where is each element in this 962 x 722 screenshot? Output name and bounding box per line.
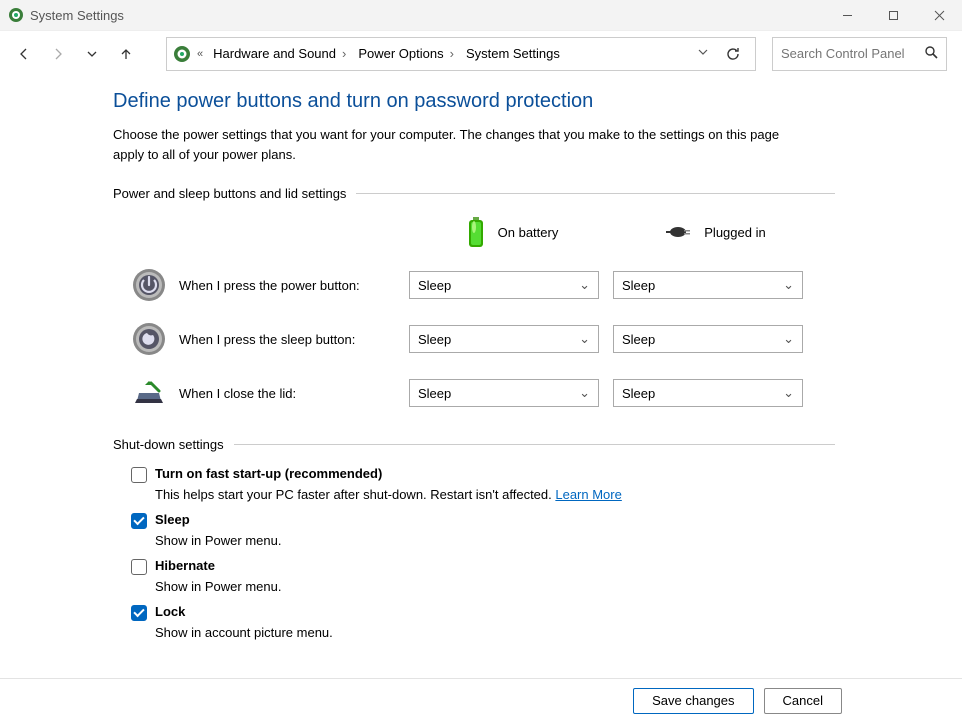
chevron-down-icon: ⌄ (783, 277, 794, 293)
shutdown-settings-list: Turn on fast start-up (recommended) This… (131, 466, 835, 640)
select-value: Sleep (418, 386, 451, 401)
address-bar[interactable]: « Hardware and Sound › Power Options › Sys… (166, 37, 756, 71)
up-button[interactable] (112, 40, 140, 68)
footer-bar: Save changes Cancel (0, 678, 962, 722)
checkbox-description: This helps start your PC faster after sh… (155, 487, 835, 502)
chevron-down-icon: ⌄ (783, 385, 794, 401)
chevron-down-icon: ⌄ (783, 331, 794, 347)
address-history-button[interactable] (697, 46, 709, 61)
section-title: Shut-down settings (113, 437, 234, 452)
recent-locations-button[interactable] (78, 40, 106, 68)
section-title: Power and sleep buttons and lid settings (113, 186, 356, 201)
checkbox-hibernate[interactable] (131, 559, 147, 575)
battery-icon (464, 215, 488, 249)
column-on-battery: On battery (409, 215, 613, 249)
chevron-down-icon: ⌄ (579, 277, 590, 293)
chevron-right-icon: › (342, 46, 346, 61)
app-icon (8, 7, 24, 23)
select-power-battery[interactable]: Sleep ⌄ (409, 271, 599, 299)
breadcrumb-label: System Settings (466, 46, 560, 61)
select-value: Sleep (622, 278, 655, 293)
title-bar-left: System Settings (8, 7, 124, 23)
column-headers: On battery Plugged in (131, 215, 835, 249)
page-description: Choose the power settings that you want … (113, 125, 813, 164)
checkbox-sleep[interactable] (131, 513, 147, 529)
checkbox-label: Sleep (155, 512, 190, 527)
breadcrumb-power-options[interactable]: Power Options › (354, 46, 458, 61)
window-title: System Settings (30, 8, 124, 23)
select-lid-plugged[interactable]: Sleep ⌄ (613, 379, 803, 407)
window-controls (824, 0, 962, 30)
learn-more-link[interactable]: Learn More (555, 487, 621, 502)
forward-button[interactable] (44, 40, 72, 68)
section-divider (356, 193, 835, 194)
search-input[interactable] (781, 46, 920, 61)
sleep-button-icon (131, 321, 167, 357)
search-icon[interactable] (924, 45, 938, 62)
checkbox-description: Show in Power menu. (155, 579, 835, 594)
setting-row-close-lid: When I close the lid: Sleep ⌄ Sleep ⌄ (131, 375, 835, 411)
cancel-button[interactable]: Cancel (764, 688, 842, 714)
breadcrumb-label: Hardware and Sound (213, 46, 336, 61)
checkbox-row-lock: Lock (131, 604, 835, 621)
select-sleep-battery[interactable]: Sleep ⌄ (409, 325, 599, 353)
history-chevrons-icon[interactable]: « (195, 48, 205, 60)
checkbox-row-fast-startup: Turn on fast start-up (recommended) (131, 466, 835, 483)
save-changes-button[interactable]: Save changes (633, 688, 753, 714)
select-lid-battery[interactable]: Sleep ⌄ (409, 379, 599, 407)
setting-row-power-button: When I press the power button: Sleep ⌄ Sl… (131, 267, 835, 303)
select-value: Sleep (622, 332, 655, 347)
checkbox-label: Turn on fast start-up (recommended) (155, 466, 382, 481)
control-panel-icon (173, 45, 191, 63)
column-label: On battery (498, 225, 559, 240)
checkbox-label: Hibernate (155, 558, 215, 573)
checkbox-row-sleep: Sleep (131, 512, 835, 529)
setting-label: When I close the lid: (179, 386, 409, 401)
refresh-button[interactable] (717, 38, 749, 70)
select-power-plugged[interactable]: Sleep ⌄ (613, 271, 803, 299)
column-plugged-in: Plugged in (613, 223, 817, 241)
select-value: Sleep (418, 278, 451, 293)
breadcrumb-system-settings[interactable]: System Settings (462, 46, 564, 61)
checkbox-label: Lock (155, 604, 185, 619)
power-button-icon (131, 267, 167, 303)
chevron-right-icon: › (450, 46, 454, 61)
column-label: Plugged in (704, 225, 765, 240)
section-power-sleep-header: Power and sleep buttons and lid settings (113, 186, 835, 201)
breadcrumb-label: Power Options (358, 46, 443, 61)
nav-toolbar: « Hardware and Sound › Power Options › Sys… (0, 30, 962, 76)
search-box[interactable] (772, 37, 947, 71)
chevron-down-icon: ⌄ (579, 385, 590, 401)
select-sleep-plugged[interactable]: Sleep ⌄ (613, 325, 803, 353)
checkbox-lock[interactable] (131, 605, 147, 621)
chevron-down-icon: ⌄ (579, 331, 590, 347)
title-bar: System Settings (0, 0, 962, 30)
section-shutdown-header: Shut-down settings (113, 437, 835, 452)
select-value: Sleep (418, 332, 451, 347)
page-heading: Define power buttons and turn on passwor… (113, 90, 835, 113)
laptop-lid-icon (131, 375, 167, 411)
checkbox-description: Show in account picture menu. (155, 625, 835, 640)
checkbox-fast-startup[interactable] (131, 467, 147, 483)
plug-icon (664, 223, 694, 241)
checkbox-row-hibernate: Hibernate (131, 558, 835, 575)
back-button[interactable] (10, 40, 38, 68)
checkbox-description: Show in Power menu. (155, 533, 835, 548)
maximize-button[interactable] (870, 0, 916, 30)
setting-label: When I press the sleep button: (179, 332, 409, 347)
section-divider (234, 444, 835, 445)
setting-label: When I press the power button: (179, 278, 409, 293)
setting-row-sleep-button: When I press the sleep button: Sleep ⌄ Sl… (131, 321, 835, 357)
minimize-button[interactable] (824, 0, 870, 30)
close-button[interactable] (916, 0, 962, 30)
content-area: Define power buttons and turn on passwor… (0, 76, 835, 640)
select-value: Sleep (622, 386, 655, 401)
breadcrumb-hardware-sound[interactable]: Hardware and Sound › (209, 46, 350, 61)
